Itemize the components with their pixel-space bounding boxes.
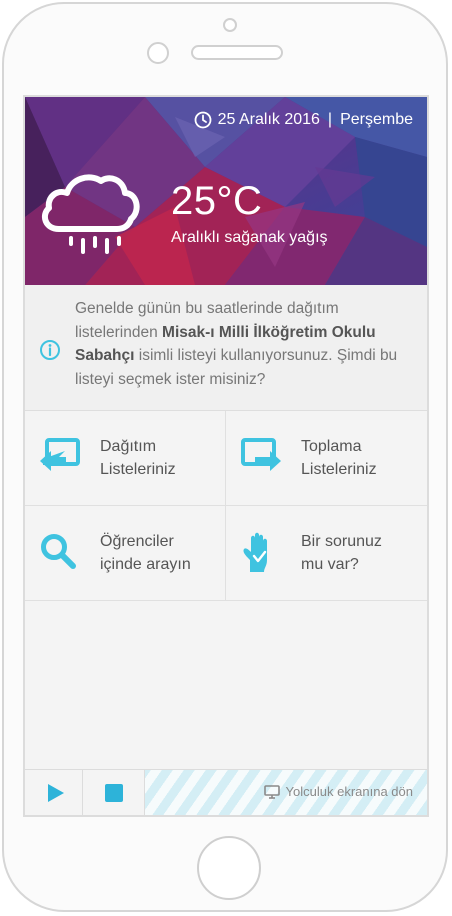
menu-item-collection-lists[interactable]: Toplama Listeleriniz	[226, 411, 427, 506]
collection-list-icon	[241, 438, 281, 471]
menu-item-label: Bir sorunuz mu var?	[301, 530, 421, 576]
date-row: 25 Aralık 2016 | Perşembe	[194, 111, 413, 129]
stop-icon	[104, 784, 123, 802]
app-screen: 25 Aralık 2016 | Perşembe 25°C Aralıklı …	[23, 95, 429, 817]
front-camera	[223, 18, 237, 32]
menu-item-line1: Toplama	[301, 438, 362, 455]
menu-item-search-students[interactable]: Öğrenciler içinde arayın	[25, 506, 226, 601]
menu-item-line2: içinde arayın	[100, 556, 191, 573]
menu-item-line1: Öğrenciler	[100, 533, 174, 550]
home-button[interactable]	[197, 836, 261, 900]
play-icon	[47, 784, 64, 802]
distribution-list-icon	[40, 438, 80, 471]
info-icon	[40, 340, 60, 360]
suggestion-box[interactable]: Genelde günün bu saatlerinde dağıtım lis…	[25, 285, 427, 411]
menu-item-line1: Bir sorunuz	[301, 533, 382, 550]
play-button[interactable]	[25, 770, 83, 815]
stop-button[interactable]	[83, 770, 145, 815]
content-empty-area	[25, 601, 427, 769]
weather-condition: Aralıklı sağanak yağış	[171, 229, 328, 246]
proximity-sensor	[147, 42, 169, 64]
menu-item-label: Öğrenciler içinde arayın	[100, 530, 220, 576]
menu-item-label: Dağıtım Listeleriniz	[100, 435, 220, 481]
menu-item-line2: Listeleriniz	[301, 461, 377, 478]
menu-item-line2: Listeleriniz	[100, 461, 176, 478]
menu-item-line1: Dağıtım	[100, 438, 157, 455]
return-label: Yolculuk ekranına dön	[285, 784, 413, 799]
monitor-icon	[263, 784, 280, 799]
menu-grid: Dağıtım Listeleriniz Toplama Listelerini…	[25, 411, 427, 601]
date-separator: |	[327, 111, 333, 128]
menu-item-help[interactable]: Bir sorunuz mu var?	[226, 506, 427, 601]
temperature: 25°C	[171, 179, 263, 223]
clock-icon	[194, 111, 212, 129]
bottom-bar: Yolculuk ekranına dön	[25, 769, 427, 815]
suggestion-text: Genelde günün bu saatlerinde dağıtım lis…	[75, 297, 405, 391]
menu-item-distribution-lists[interactable]: Dağıtım Listeleriniz	[25, 411, 226, 506]
weekday-text: Perşembe	[340, 111, 413, 128]
search-icon	[41, 534, 76, 569]
menu-item-line2: mu var?	[301, 556, 359, 573]
weather-panel: 25 Aralık 2016 | Perşembe 25°C Aralıklı …	[25, 97, 427, 285]
hand-icon	[243, 532, 267, 572]
date-text: 25 Aralık 2016	[217, 111, 320, 128]
menu-item-label: Toplama Listeleriniz	[301, 435, 421, 481]
earpiece-speaker	[191, 45, 283, 60]
return-to-trip-link[interactable]: Yolculuk ekranına dön	[263, 784, 413, 799]
cloud-rain-icon	[41, 174, 140, 254]
